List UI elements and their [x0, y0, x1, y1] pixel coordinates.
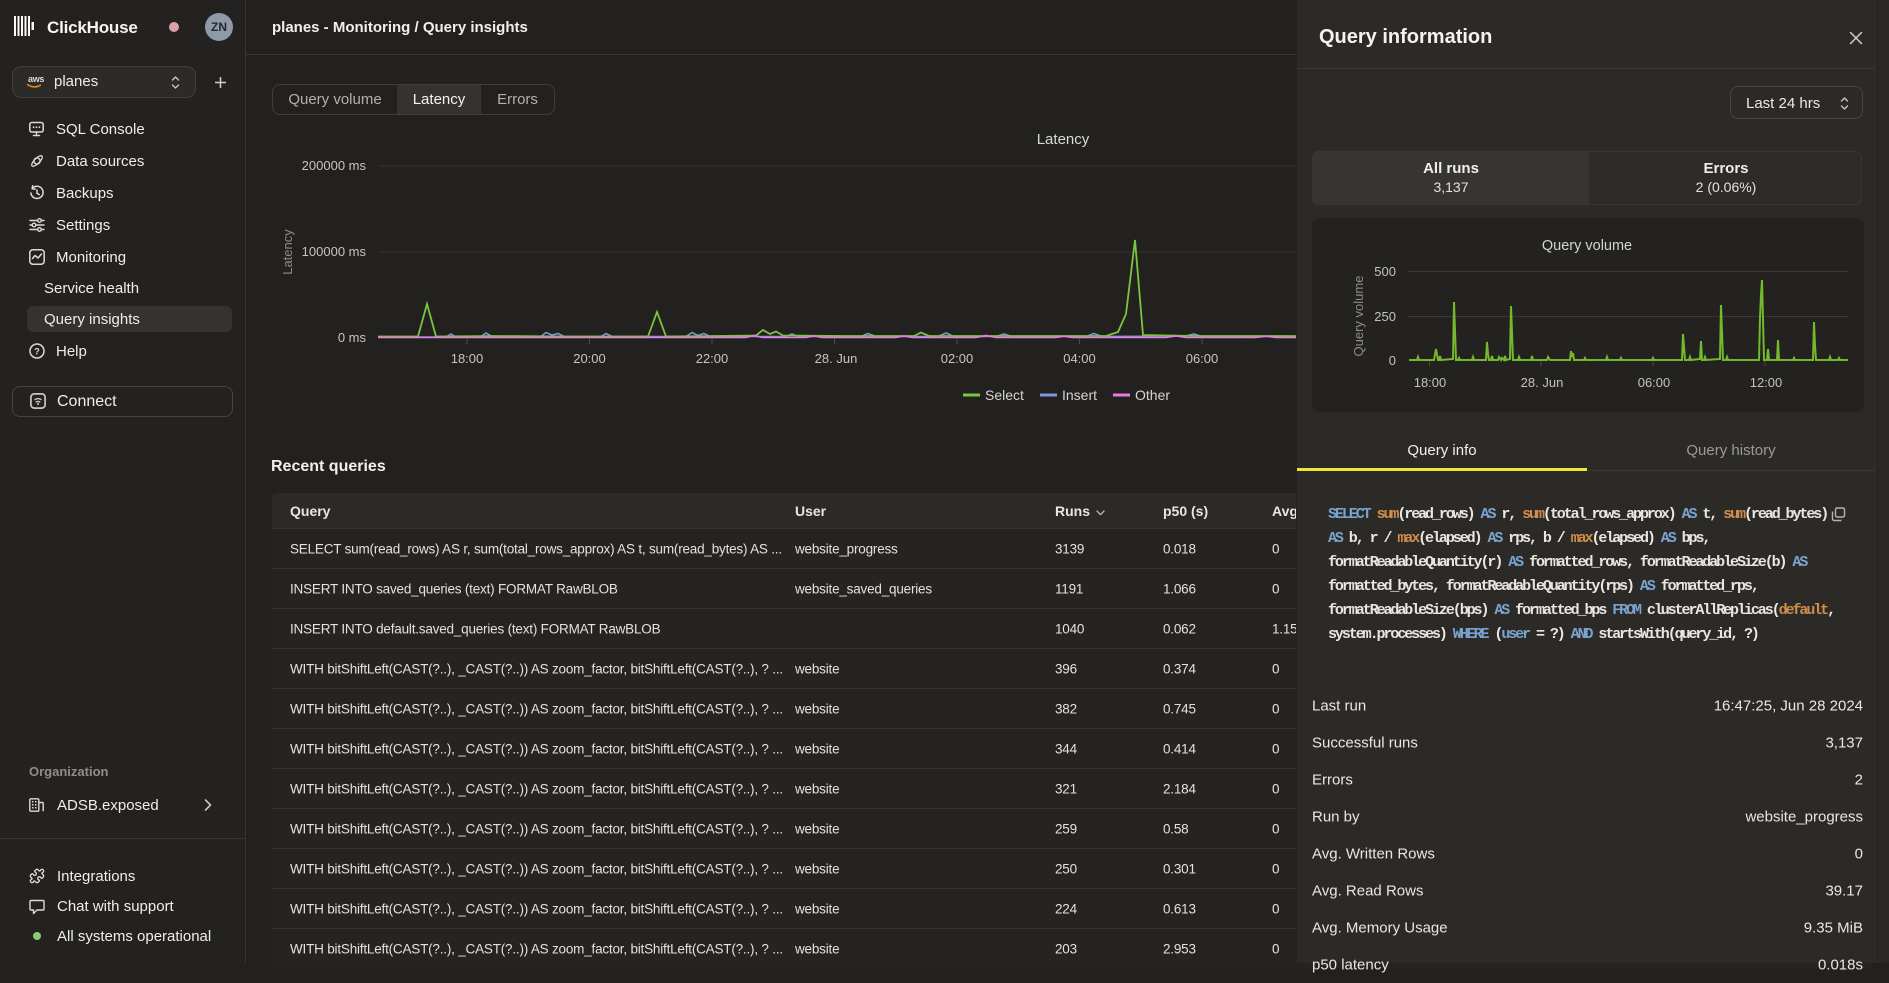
svg-text:Latency: Latency	[280, 229, 295, 275]
svg-text:20:00: 20:00	[573, 351, 606, 366]
svg-text:Insert: Insert	[1062, 387, 1097, 403]
svg-text:22:00: 22:00	[696, 351, 729, 366]
svg-text:04:00: 04:00	[1063, 351, 1096, 366]
svg-text:18:00: 18:00	[1414, 375, 1447, 390]
svg-text:06:00: 06:00	[1186, 351, 1219, 366]
svg-text:Query volume: Query volume	[1351, 276, 1366, 357]
svg-text:200000 ms: 200000 ms	[302, 158, 367, 173]
svg-text:0 ms: 0 ms	[338, 330, 367, 345]
svg-text:500: 500	[1374, 264, 1396, 279]
svg-text:Other: Other	[1135, 387, 1170, 403]
svg-text:Select: Select	[985, 387, 1024, 403]
svg-text:12:00: 12:00	[1750, 375, 1783, 390]
svg-text:Latency: Latency	[1037, 131, 1090, 148]
svg-text:Query volume: Query volume	[1542, 238, 1632, 254]
svg-text:18:00: 18:00	[451, 351, 484, 366]
svg-text:28. Jun: 28. Jun	[815, 351, 858, 366]
svg-text:?: ?	[34, 346, 40, 356]
svg-text:250: 250	[1374, 309, 1396, 324]
svg-text:28. Jun: 28. Jun	[1521, 375, 1564, 390]
svg-text:02:00: 02:00	[941, 351, 974, 366]
svg-text:100000 ms: 100000 ms	[302, 244, 367, 259]
svg-text:06:00: 06:00	[1638, 375, 1671, 390]
svg-text:0: 0	[1389, 353, 1396, 368]
